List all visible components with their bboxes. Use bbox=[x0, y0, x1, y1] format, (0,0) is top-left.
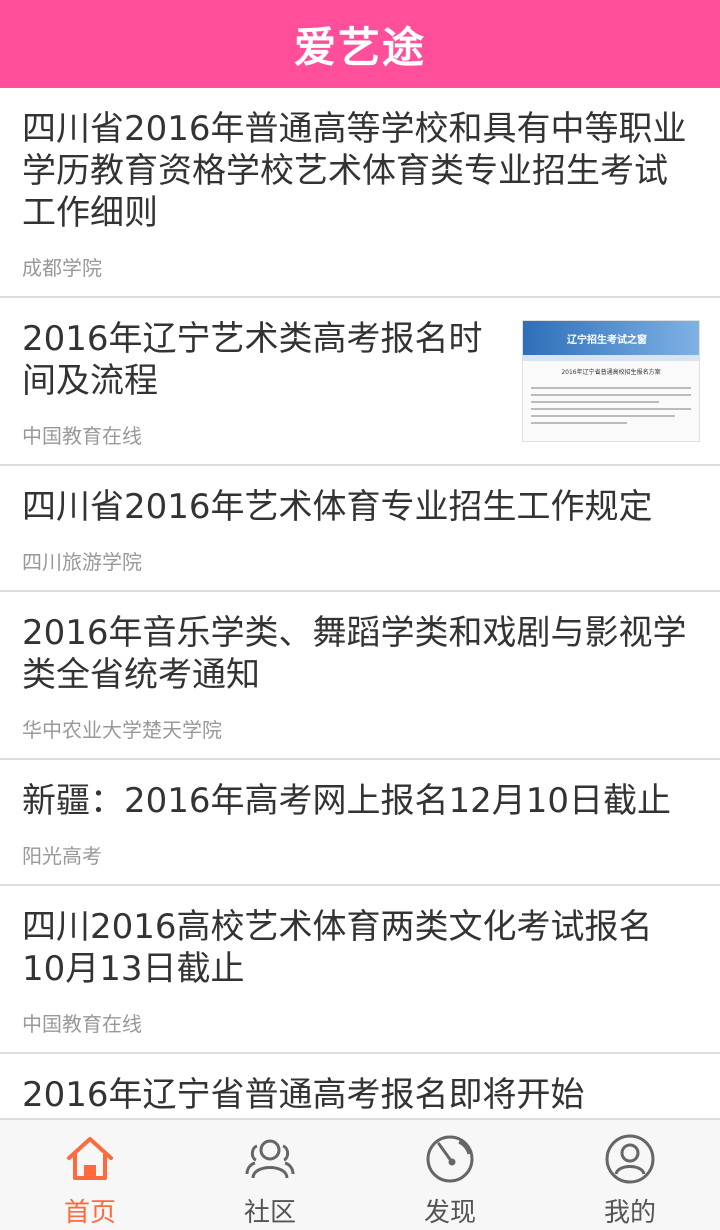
article-item[interactable]: 四川2016高校艺术体育两类文化考试报名10月13日截止 中国教育在线 bbox=[0, 886, 720, 1054]
tab-discover[interactable]: 发现 bbox=[360, 1120, 540, 1230]
article-source: 华中农业大学楚天学院 bbox=[22, 718, 222, 742]
article-item[interactable]: 2016年音乐学类、舞蹈学类和戏剧与影视学类全省统考通知 华中农业大学楚天学院 bbox=[0, 592, 720, 760]
article-list[interactable]: 四川省2016年普通高等学校和具有中等职业学历教育资格学校艺术体育类专业招生考试… bbox=[0, 88, 720, 1118]
thumbnail-heading: 2016年辽宁省普通高校招生报名方案 bbox=[561, 369, 661, 376]
article-item[interactable]: 2016年辽宁省普通高考报名即将开始 bbox=[0, 1054, 720, 1118]
article-title: 四川省2016年普通高等学校和具有中等职业学历教育资格学校艺术体育类专业招生考试… bbox=[22, 109, 687, 233]
article-source: 中国教育在线 bbox=[22, 1012, 142, 1036]
tab-label: 首页 bbox=[63, 1198, 116, 1228]
community-icon bbox=[243, 1132, 297, 1190]
article-title: 2016年辽宁艺术类高考报名时间及流程 bbox=[22, 319, 483, 401]
tab-home[interactable]: 首页 bbox=[0, 1120, 180, 1230]
article-source: 四川旅游学院 bbox=[22, 550, 142, 574]
article-title: 新疆：2016年高考网上报名12月10日截止 bbox=[22, 781, 672, 821]
article-item[interactable]: 四川省2016年艺术体育专业招生工作规定 四川旅游学院 bbox=[0, 466, 720, 592]
article-source: 阳光高考 bbox=[22, 844, 102, 868]
tab-profile[interactable]: 我的 bbox=[540, 1120, 720, 1230]
discover-icon bbox=[423, 1132, 477, 1190]
article-thumbnail: 辽宁招生考试之窗 2016年辽宁省普通高校招生报名方案 bbox=[522, 320, 700, 442]
thumbnail-text-lines bbox=[523, 376, 699, 435]
app-header: 爱艺途 bbox=[0, 0, 720, 88]
tab-label: 我的 bbox=[603, 1198, 656, 1228]
article-item[interactable]: 新疆：2016年高考网上报名12月10日截止 阳光高考 bbox=[0, 760, 720, 886]
bottom-tab-bar: 首页 社区 发现 我的 bbox=[0, 1118, 720, 1230]
tab-label: 发现 bbox=[423, 1198, 476, 1228]
article-source: 成都学院 bbox=[22, 256, 102, 280]
thumbnail-banner: 辽宁招生考试之窗 bbox=[523, 321, 699, 355]
app-title: 爱艺途 bbox=[293, 22, 426, 72]
article-title: 2016年辽宁省普通高考报名即将开始 bbox=[22, 1075, 585, 1115]
article-item[interactable]: 2016年辽宁艺术类高考报名时间及流程 中国教育在线 辽宁招生考试之窗 2016… bbox=[0, 298, 720, 466]
article-title: 四川省2016年艺术体育专业招生工作规定 bbox=[22, 487, 653, 527]
article-source: 中国教育在线 bbox=[22, 424, 142, 448]
tab-label: 社区 bbox=[243, 1198, 296, 1228]
article-title: 2016年音乐学类、舞蹈学类和戏剧与影视学类全省统考通知 bbox=[22, 613, 687, 695]
article-item[interactable]: 四川省2016年普通高等学校和具有中等职业学历教育资格学校艺术体育类专业招生考试… bbox=[0, 88, 720, 298]
home-icon bbox=[63, 1132, 117, 1190]
tab-community[interactable]: 社区 bbox=[180, 1120, 360, 1230]
thumbnail-nav bbox=[523, 355, 699, 361]
article-title: 四川2016高校艺术体育两类文化考试报名10月13日截止 bbox=[22, 907, 653, 989]
thumbnail-banner-text: 辽宁招生考试之窗 bbox=[567, 334, 647, 346]
profile-icon bbox=[603, 1132, 657, 1190]
